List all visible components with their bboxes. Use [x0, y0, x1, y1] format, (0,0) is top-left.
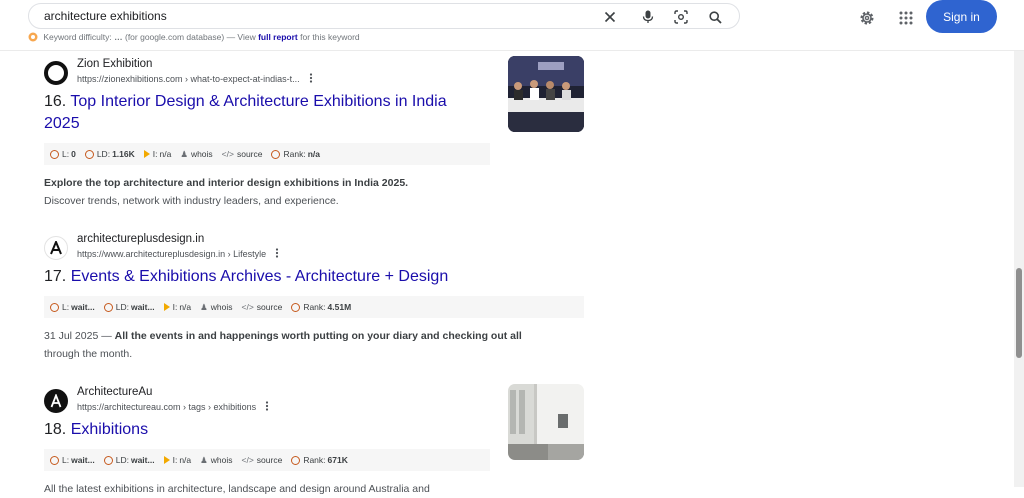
metric-rank[interactable]: Rank: 671K [291, 455, 348, 465]
result-snippet: Explore the top architecture and interio… [44, 177, 409, 207]
metric-rank[interactable]: Rank: 4.51M [291, 302, 351, 312]
metric-ld[interactable]: LD: 1.16K [84, 149, 135, 159]
gallery-interior-photo [508, 384, 584, 460]
site-name: architectureplusdesign.in [77, 233, 205, 245]
result-title-link[interactable]: 17. Events & Exhibitions Archives - Arch… [44, 266, 604, 288]
ring-icon [291, 455, 301, 465]
metric-source[interactable]: </> source [242, 302, 283, 312]
result-snippet: All the latest exhibitions in architectu… [44, 483, 430, 495]
keyword-value: … [114, 32, 123, 42]
code-icon: </> [241, 455, 254, 465]
metric-ld[interactable]: LD: wait... [103, 302, 155, 312]
person-icon: ♟ [180, 148, 188, 159]
full-report-link[interactable]: full report [258, 32, 298, 42]
scrollbar-thumb[interactable] [1016, 268, 1022, 358]
metric-i[interactable]: I: n/a [163, 302, 191, 312]
seo-metrics-bar: L: 0 LD: 1.16K I: n/a ♟ whois </> source Rank… [44, 143, 490, 165]
result-thumbnail[interactable] [508, 56, 584, 132]
search-box[interactable] [28, 3, 740, 29]
play-icon [163, 303, 170, 311]
metric-l[interactable]: L: wait... [50, 455, 95, 465]
keyword-difficulty-line: Keyword difficulty: … (for google.com da… [28, 32, 360, 42]
ring-icon [103, 455, 113, 465]
scrollbar[interactable] [1014, 50, 1024, 487]
ring-icon [50, 302, 59, 312]
person-icon: ♟ [200, 454, 208, 465]
more-options-icon[interactable] [308, 73, 314, 83]
site-url: https://www.architectureplusdesign.in › … [77, 248, 280, 259]
apps-grid-icon[interactable] [894, 6, 918, 30]
keyword-tail: for this keyword [300, 32, 360, 42]
seo-metrics-bar: L: wait... LD: wait... I: n/a ♟ whois </> sou… [44, 449, 490, 471]
metric-i[interactable]: I: n/a [163, 455, 191, 465]
gear-icon[interactable] [855, 6, 879, 30]
ring-icon [271, 149, 281, 159]
metric-whois[interactable]: ♟ whois [200, 455, 232, 466]
result-site-row[interactable]: architectureplusdesign.in https://www.ar… [44, 232, 604, 262]
metric-ld[interactable]: LD: wait... [103, 455, 155, 465]
metric-rank[interactable]: Rank: n/a [271, 149, 320, 159]
play-icon [163, 456, 170, 464]
metric-whois[interactable]: ♟ whois [200, 302, 232, 313]
ring-icon [50, 455, 59, 465]
metric-source[interactable]: </> source [222, 149, 263, 159]
architectureplusdesign-favicon-icon [44, 236, 68, 260]
more-options-icon[interactable] [274, 248, 280, 258]
search-input[interactable] [44, 8, 584, 24]
metric-source[interactable]: </> source [242, 455, 283, 465]
top-bar: Keyword difficulty: … (for google.com da… [0, 0, 1024, 51]
more-options-icon[interactable] [264, 401, 270, 411]
ring-icon [50, 149, 59, 159]
person-icon: ♟ [200, 301, 208, 312]
seo-metrics-bar: L: wait... LD: wait... I: n/a ♟ whois </> sou… [44, 296, 584, 318]
result-snippet: 31 Jul 2025 — All the events in and happ… [44, 330, 522, 360]
metric-whois[interactable]: ♟ whois [180, 149, 212, 160]
microphone-icon[interactable] [638, 7, 658, 27]
site-name: ArchitectureAu [77, 386, 153, 398]
result-thumbnail[interactable] [508, 384, 584, 460]
sign-in-button[interactable]: Sign in [926, 0, 997, 33]
site-url: https://zionexhibitions.com › what-to-ex… [77, 73, 314, 84]
code-icon: </> [241, 302, 254, 312]
ring-icon [291, 302, 301, 312]
code-icon: </> [221, 149, 234, 159]
metric-i[interactable]: I: n/a [143, 149, 171, 159]
site-name: Zion Exhibition [77, 58, 153, 70]
panel-discussion-photo [508, 56, 584, 132]
metric-l[interactable]: L: 0 [50, 149, 76, 159]
zion-favicon-icon [44, 61, 68, 85]
search-result: architectureplusdesign.in https://www.ar… [44, 232, 604, 363]
keyword-label: Keyword difficulty: [43, 32, 112, 42]
play-icon [143, 150, 150, 158]
architectureau-favicon-icon [44, 389, 68, 413]
site-url: https://architectureau.com › tags › exhi… [77, 401, 270, 412]
ring-icon [84, 149, 94, 159]
metric-l[interactable]: L: wait... [50, 302, 95, 312]
semrush-icon [28, 32, 38, 42]
keyword-db: (for google.com database) — View [124, 32, 256, 42]
close-icon[interactable] [600, 7, 620, 27]
ring-icon [103, 302, 113, 312]
search-icon[interactable] [705, 7, 725, 27]
camera-lens-icon[interactable] [671, 7, 691, 27]
